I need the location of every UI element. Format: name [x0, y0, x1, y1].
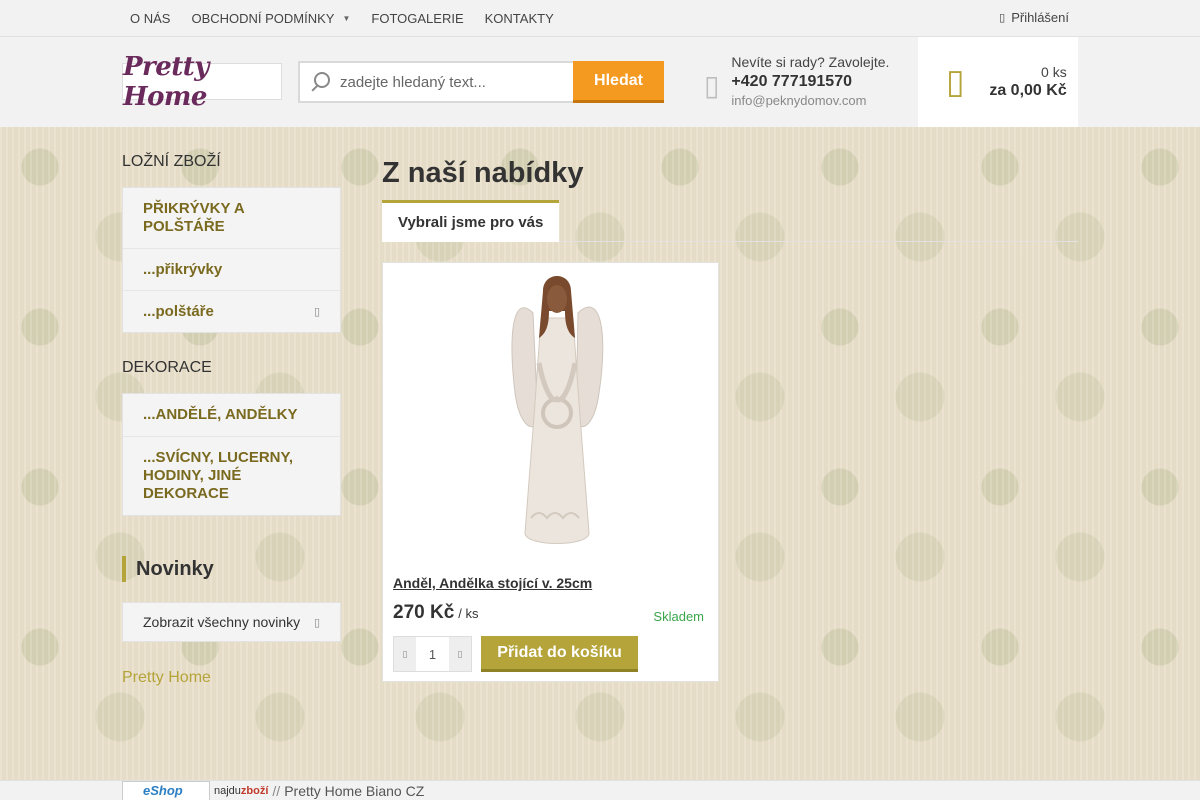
user-icon: ▯	[999, 12, 1006, 24]
main-content: Z naší nabídky Vybrali jsme pro vás Andě…	[382, 127, 1078, 682]
category-menu-lozni-zbozi: PŘIKRÝVKY A POLŠTÁŘE ...přikrývky ...pol…	[122, 187, 341, 333]
category-menu-dekorace: ...ANDĚLÉ, ANDĚLKY ...SVÍCNY, LUCERNY, H…	[122, 393, 341, 516]
sidebar-item-label: ...polštáře	[143, 303, 214, 320]
sidebar-item-prikryvky-a-polstare[interactable]: PŘIKRÝVKY A POLŠTÁŘE	[123, 188, 340, 249]
product-name[interactable]: Anděl, Andělka stojící v. 25cm	[393, 575, 592, 591]
login-label: Přihlášení	[1011, 10, 1069, 25]
decrement-icon[interactable]: ▯	[394, 637, 416, 671]
nav-item-label: FOTOGALERIE	[371, 11, 464, 26]
chevron-down-icon: ▼	[342, 14, 351, 23]
nav-item-fotogalerie[interactable]: FOTOGALERIE	[363, 11, 476, 26]
logo[interactable]: Pretty Home	[122, 52, 282, 112]
price-value: 270 Kč	[393, 602, 455, 623]
quantity-value[interactable]: 1	[416, 637, 449, 671]
search-bar: Hledat	[298, 61, 664, 103]
sidebar-item-andele[interactable]: ...ANDĚLÉ, ANDĚLKY	[123, 394, 340, 437]
add-to-cart-button[interactable]: Přidat do košíku	[481, 636, 638, 672]
search-field	[298, 61, 573, 103]
search-button[interactable]: Hledat	[573, 61, 664, 103]
nav-item-label: O NÁS	[130, 11, 171, 26]
all-news-label: Zobrazit všechny novinky	[143, 614, 301, 630]
phone-icon: ▯	[704, 70, 720, 101]
cart-icon: ▯	[946, 63, 965, 101]
tab-bar: Vybrali jsme pro vás	[382, 200, 1078, 242]
sidebar-item-label: ...ANDĚLÉ, ANDĚLKY	[143, 406, 298, 423]
top-bar: O NÁS OBCHODNÍ PODMÍNKY ▼ FOTOGALERIE KON…	[0, 0, 1200, 37]
brand-text: Pretty Home	[122, 669, 211, 686]
contact-phone[interactable]: +420 777191570	[731, 73, 889, 91]
tab-recommended[interactable]: Vybrali jsme pro vás	[382, 200, 560, 242]
category-title-dekorace: DEKORACE	[122, 359, 212, 376]
search-input[interactable]	[340, 73, 560, 91]
product-card: Anděl, Andělka stojící v. 25cm 270 Kč / k…	[382, 262, 719, 682]
contact-email[interactable]: info@peknydomov.com	[731, 93, 889, 108]
najdu-prefix: najdu	[214, 785, 241, 797]
sidebar-item-svicny[interactable]: ...SVÍCNY, LUCERNY, HODINY, JINÉ DEKORAC…	[123, 437, 340, 515]
cart-widget[interactable]: ▯ 0 ks za 0,00 Kč	[918, 37, 1078, 127]
page-title: Z naší nabídky	[382, 157, 584, 189]
cart-count: 0 ks	[1041, 64, 1067, 80]
sidebar: LOŽNÍ ZBOŽÍ PŘIKRÝVKY A POLŠTÁŘE ...přik…	[122, 127, 341, 687]
sidebar-item-prikryvky[interactable]: ...přikrývky	[123, 249, 340, 291]
quantity-stepper: ▯ 1 ▯	[393, 636, 472, 672]
footer-badges: eShop najduzboží // Pretty Home Biano CZ	[122, 781, 424, 800]
sidebar-item-label: ...SVÍCNY, LUCERNY, HODINY, JINÉ DEKORAC…	[143, 449, 294, 502]
eshop-catalog-badge[interactable]: eShop	[122, 781, 210, 800]
stock-status: Skladem	[653, 609, 704, 624]
nav-item-o-nas[interactable]: O NÁS	[122, 11, 183, 26]
top-navigation: O NÁS OBCHODNÍ PODMÍNKY ▼ FOTOGALERIE KON…	[122, 0, 567, 37]
contact-info: ▯ Nevíte si rady? Zavolejte. +420 777191…	[704, 54, 889, 108]
all-news-link[interactable]: Zobrazit všechny novinky ▯	[122, 602, 341, 642]
nav-item-kontakty[interactable]: KONTAKTY	[477, 11, 567, 26]
contact-question: Nevíte si rady? Zavolejte.	[731, 54, 890, 70]
increment-icon[interactable]: ▯	[449, 637, 471, 671]
sidebar-item-label: ...přikrývky	[143, 261, 223, 278]
header: Pretty Home Hledat ▯ Nevíte si rady? Zav…	[0, 37, 1200, 127]
chevron-right-icon: ▯	[313, 306, 320, 318]
price-unit: / ks	[458, 606, 479, 621]
logo-text: Pretty Home	[123, 51, 209, 112]
sidebar-item-label: PŘIKRÝVKY A POLŠTÁŘE	[143, 200, 245, 235]
cart-total: za 0,00 Kč	[989, 82, 1067, 99]
footer-separator: //	[272, 783, 281, 799]
biano-badge[interactable]: Pretty Home Biano CZ	[284, 783, 424, 799]
sidebar-item-polstare[interactable]: ...polštáře ▯	[123, 291, 340, 332]
footer-strip: eShop najduzboží // Pretty Home Biano CZ	[0, 780, 1200, 800]
chevron-right-icon: ▯	[313, 616, 320, 629]
news-title: Novinky	[122, 556, 341, 582]
najdu-bold: zboží	[240, 785, 269, 797]
category-title-lozni-zbozi: LOŽNÍ ZBOŽÍ	[122, 153, 221, 170]
search-icon	[310, 72, 330, 92]
nav-item-obchodni-podminky[interactable]: OBCHODNÍ PODMÍNKY ▼	[183, 11, 363, 26]
nav-item-label: OBCHODNÍ PODMÍNKY	[191, 11, 335, 26]
nav-item-label: KONTAKTY	[484, 11, 554, 26]
najduzbozi-badge[interactable]: najduzboží	[214, 785, 268, 797]
login-link[interactable]: ▯ Přihlášení	[999, 10, 1069, 25]
product-price: 270 Kč / ks	[393, 602, 479, 624]
product-image-angel[interactable]	[383, 263, 720, 563]
